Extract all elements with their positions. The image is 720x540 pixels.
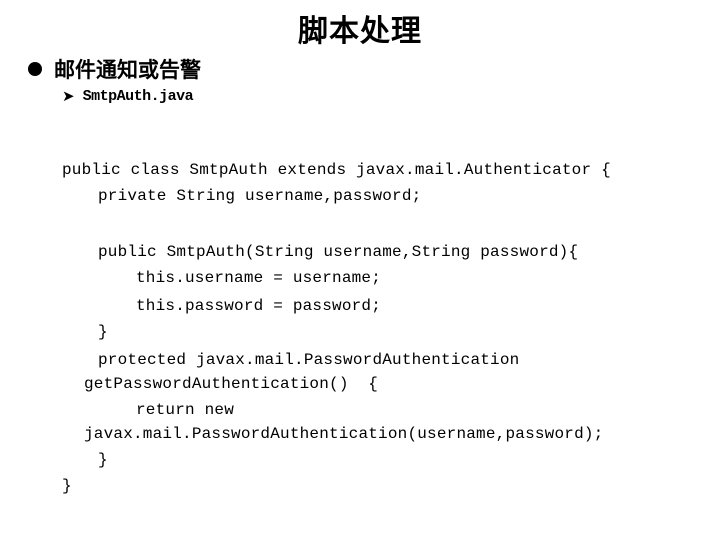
- code-line: public SmtpAuth(String username,String p…: [98, 243, 579, 261]
- slide-title: 脚本处理: [298, 14, 422, 49]
- code-line: javax.mail.PasswordAuthentication(userna…: [84, 425, 604, 443]
- bullet-item: 邮件通知或告警: [28, 54, 201, 84]
- arrow-right-icon: ➤: [62, 87, 75, 105]
- code-line: private String username,password;: [98, 187, 422, 205]
- sub-bullet-text: SmtpAuth.java: [82, 87, 194, 105]
- bullet-text: 邮件通知或告警: [54, 58, 201, 82]
- code-line: public class SmtpAuth extends javax.mail…: [62, 161, 611, 179]
- bullet-dot-icon: [28, 62, 42, 76]
- code-line: this.username = username;: [136, 269, 382, 287]
- code-line: getPasswordAuthentication() {: [84, 375, 379, 393]
- code-line: return new: [136, 401, 235, 419]
- code-line: }: [98, 323, 108, 341]
- code-line: this.password = password;: [136, 297, 382, 315]
- code-line: protected javax.mail.PasswordAuthenticat…: [98, 351, 520, 369]
- code-line: }: [98, 451, 108, 469]
- code-line: }: [62, 477, 72, 495]
- sub-bullet-item: ➤ SmtpAuth.java: [62, 87, 194, 105]
